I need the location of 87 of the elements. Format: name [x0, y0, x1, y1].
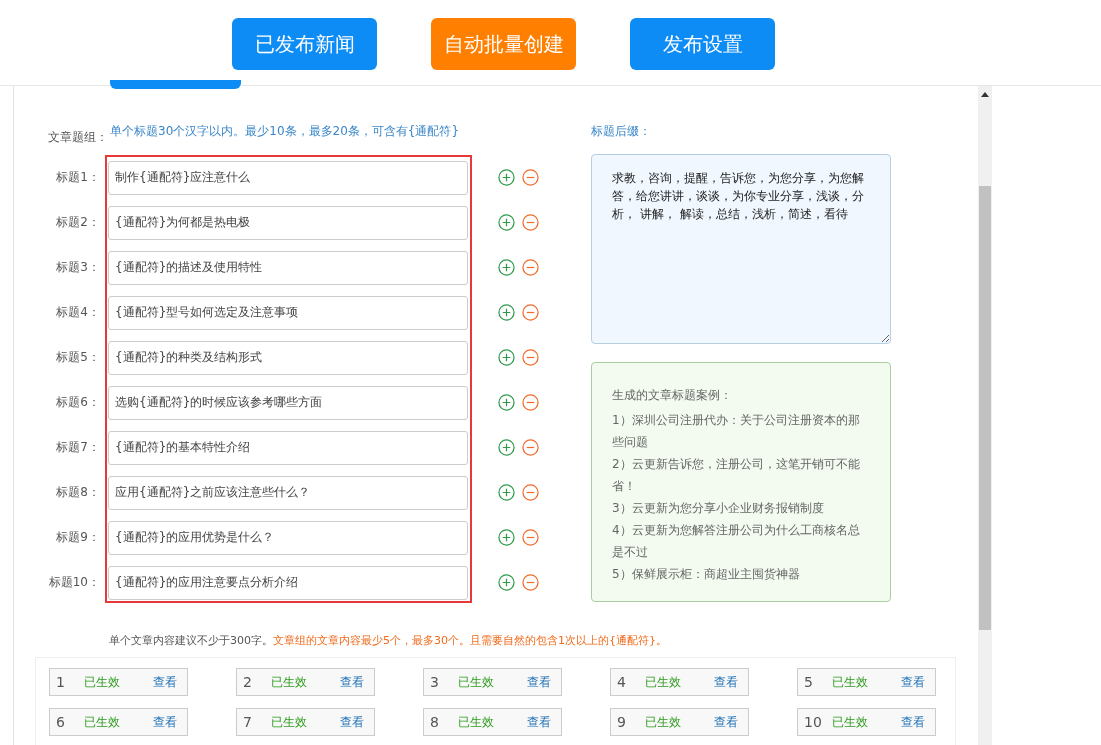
- item-number: 5: [804, 674, 814, 690]
- add-icon[interactable]: [498, 439, 515, 456]
- view-link[interactable]: 查看: [527, 673, 551, 691]
- remove-icon[interactable]: [522, 304, 539, 321]
- example-item: 4）云更新为您解答注册公司为什么工商核名总是不过: [612, 522, 861, 561]
- view-link[interactable]: 查看: [901, 713, 925, 731]
- remove-icon[interactable]: [522, 259, 539, 276]
- field-label: 标题5：: [55, 349, 101, 366]
- add-icon[interactable]: [498, 349, 515, 366]
- scrollbar[interactable]: [978, 86, 992, 745]
- status-text: 已生效: [271, 673, 308, 691]
- remove-icon[interactable]: [522, 394, 539, 411]
- view-link[interactable]: 查看: [153, 713, 177, 731]
- title-input[interactable]: 制作{通配符}应注意什么: [108, 160, 468, 195]
- status-text: 已生效: [271, 713, 308, 731]
- field-label: 标题6：: [55, 394, 101, 411]
- note-text: 单个文章内容建议不少于300字。: [109, 634, 273, 647]
- view-link[interactable]: 查看: [153, 673, 177, 691]
- field-label: 标题1：: [55, 169, 101, 186]
- remove-icon[interactable]: [522, 214, 539, 231]
- remove-icon[interactable]: [522, 169, 539, 186]
- field-label: 标题4：: [55, 304, 101, 321]
- add-icon[interactable]: [498, 484, 515, 501]
- add-icon[interactable]: [498, 214, 515, 231]
- add-icon[interactable]: [498, 304, 515, 321]
- field-label: 标题后缀：: [591, 124, 651, 140]
- view-link[interactable]: 查看: [901, 673, 925, 691]
- example-heading: 生成的文章标题案例：: [612, 387, 733, 404]
- status-text: 已生效: [458, 713, 495, 731]
- status-text: 已生效: [458, 673, 495, 691]
- title-input[interactable]: {通配符}的描述及使用特性: [108, 250, 468, 285]
- title-input[interactable]: {通配符}的应用优势是什么？: [108, 520, 468, 555]
- hint-text: 单个标题30个汉字以内。最少10条，最多20条，可含有{通配符}: [110, 123, 460, 140]
- item-number: 4: [617, 674, 627, 690]
- field-label: 文章题组：: [48, 129, 108, 146]
- field-label: 标题8：: [55, 484, 101, 501]
- scroll-up-icon[interactable]: [981, 92, 989, 97]
- view-link[interactable]: 查看: [714, 713, 738, 731]
- scroll-thumb[interactable]: [979, 186, 991, 630]
- status-text: 已生效: [84, 713, 121, 731]
- title-input[interactable]: {通配符}的基本特性介绍: [108, 430, 468, 465]
- title-input[interactable]: {通配符}为何都是热电极: [108, 205, 468, 240]
- remove-icon[interactable]: [522, 484, 539, 501]
- remove-icon[interactable]: [522, 349, 539, 366]
- example-item: 3）云更新为您分享小企业财务报销制度: [612, 500, 825, 517]
- warning-text: 文章组的文章内容最少5个，最多30个。且需要自然的包含1次以上的{通配符}。: [273, 634, 667, 647]
- title-input[interactable]: {通配符}的应用注意要点分析介绍: [108, 565, 468, 600]
- add-icon[interactable]: [498, 169, 515, 186]
- item-number: 8: [430, 714, 440, 730]
- add-icon[interactable]: [498, 394, 515, 411]
- status-text: 已生效: [832, 673, 869, 691]
- add-icon[interactable]: [498, 529, 515, 546]
- title-input[interactable]: {通配符}型号如何选定及注意事项: [108, 295, 468, 330]
- example-item: 1）深圳公司注册代办：关于公司注册资本的那些问题: [612, 412, 861, 451]
- view-link[interactable]: 查看: [714, 673, 738, 691]
- title-input[interactable]: 选购{通配符}的时候应该参考哪些方面: [108, 385, 468, 420]
- status-text: 已生效: [645, 673, 682, 691]
- status-text: 已生效: [832, 713, 869, 731]
- field-label: 标题7：: [55, 439, 101, 456]
- status-text: 已生效: [645, 713, 682, 731]
- suffix-textarea[interactable]: 求教，咨询，提醒，告诉您，为您分享，为您解答，给您讲讲，谈谈，为你专业分享，浅谈，分析， 讲解， 解读，总结，浅析，简述，看待: [591, 154, 891, 344]
- view-link[interactable]: 查看: [340, 673, 364, 691]
- nav-button[interactable]: 已发布新闻: [232, 18, 377, 70]
- view-link[interactable]: 查看: [340, 713, 364, 731]
- remove-icon[interactable]: [522, 439, 539, 456]
- nav-button[interactable]: 发布设置: [630, 18, 775, 70]
- add-icon[interactable]: [498, 574, 515, 591]
- field-label: 标题3：: [55, 259, 101, 276]
- remove-icon[interactable]: [522, 529, 539, 546]
- remove-icon[interactable]: [522, 574, 539, 591]
- item-number: 7: [243, 714, 253, 730]
- field-label: 标题2：: [55, 214, 101, 231]
- item-number: 6: [56, 714, 66, 730]
- item-number: 9: [617, 714, 627, 730]
- view-link[interactable]: 查看: [527, 713, 551, 731]
- title-input[interactable]: 应用{通配符}之前应该注意些什么？: [108, 475, 468, 510]
- example-item: 2）云更新告诉您，注册公司，这笔开销可不能省！: [612, 456, 861, 495]
- item-number: 10: [804, 714, 823, 730]
- title-input[interactable]: {通配符}的种类及结构形式: [108, 340, 468, 375]
- item-number: 2: [243, 674, 253, 690]
- field-label: 标题10：: [47, 574, 101, 591]
- add-icon[interactable]: [498, 259, 515, 276]
- item-number: 1: [56, 674, 66, 690]
- status-text: 已生效: [84, 673, 121, 691]
- example-item: 5）保鲜展示柜：商超业主囤货神器: [612, 566, 801, 583]
- field-label: 标题9：: [55, 529, 101, 546]
- item-number: 3: [430, 674, 440, 690]
